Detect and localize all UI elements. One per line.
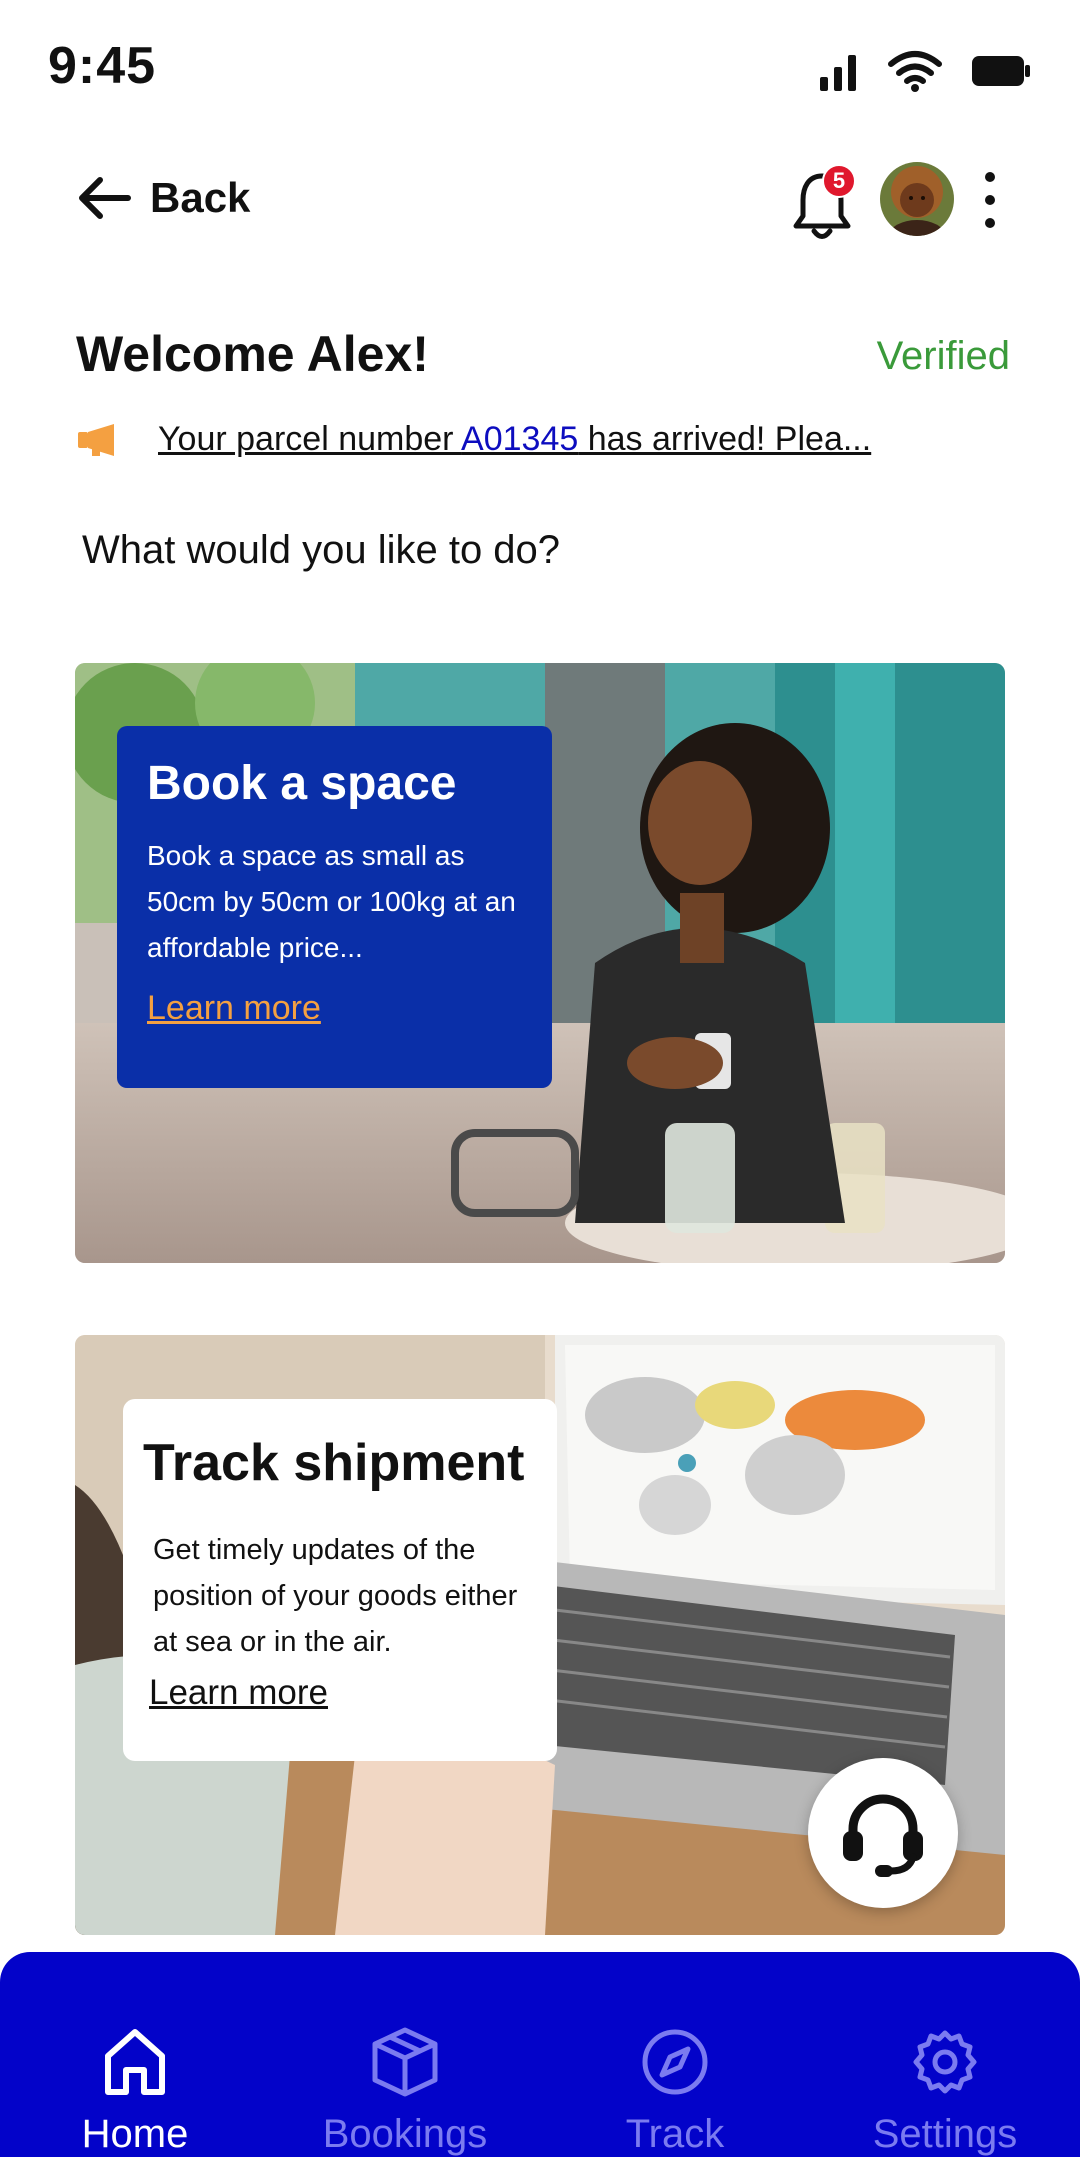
- nav-item-bookings[interactable]: Bookings: [270, 1952, 540, 2157]
- notification-badge: 5: [822, 164, 856, 198]
- more-options-button[interactable]: [970, 172, 1010, 228]
- nav-label-home: Home: [81, 2112, 189, 2156]
- track-shipment-title: Track shipment: [143, 1434, 525, 1492]
- track-shipment-learn-more-link[interactable]: Learn more: [143, 1673, 537, 1713]
- status-icons: [818, 50, 1030, 92]
- parcel-number-link[interactable]: A01345: [461, 420, 578, 458]
- book-space-card[interactable]: Book a space Book a space as small as 50…: [75, 663, 1005, 1263]
- arrow-left-icon: [79, 177, 131, 219]
- back-label: Back: [150, 174, 251, 221]
- battery-icon: [972, 56, 1030, 86]
- app-header: Back 5: [0, 150, 1080, 250]
- track-shipment-panel: Track shipment Get timely updates of the…: [123, 1399, 557, 1761]
- nav-item-settings[interactable]: Settings: [810, 1952, 1080, 2157]
- nav-item-home[interactable]: Home: [0, 1952, 270, 2157]
- compass-icon: [642, 2029, 708, 2095]
- bottom-navigation: Home Bookings Track Settings: [0, 1952, 1080, 2157]
- support-chat-button[interactable]: [808, 1758, 958, 1908]
- gear-icon: [913, 2030, 977, 2094]
- track-shipment-description: Get timely updates of the position of yo…: [153, 1534, 518, 1658]
- box-icon: [372, 2027, 438, 2097]
- dot-icon: [985, 172, 995, 182]
- book-space-learn-more-link[interactable]: Learn more: [147, 989, 522, 1028]
- nav-label-bookings: Bookings: [322, 2112, 488, 2156]
- verified-status: Verified: [876, 334, 1010, 378]
- book-space-description: Book a space as small as 50cm by 50cm or…: [147, 840, 516, 963]
- announcement-banner[interactable]: Your parcel number A01345 has arrived! P…: [78, 420, 871, 459]
- back-button[interactable]: Back: [76, 174, 250, 222]
- home-icon: [105, 2029, 165, 2095]
- notifications-button[interactable]: 5: [790, 164, 856, 244]
- nav-item-track[interactable]: Track: [540, 1952, 810, 2157]
- prompt-question: What would you like to do?: [82, 528, 561, 572]
- headset-icon: [843, 1794, 923, 1877]
- dot-icon: [985, 195, 995, 205]
- nav-label-track: Track: [625, 2112, 725, 2156]
- status-bar: 9:45: [0, 0, 1080, 140]
- announcement-suffix: has arrived! Plea...: [578, 420, 872, 458]
- wifi-icon: [888, 51, 942, 92]
- book-space-panel: Book a space Book a space as small as 50…: [117, 726, 552, 1088]
- welcome-title: Welcome Alex!: [76, 326, 429, 382]
- megaphone-icon: [78, 423, 114, 456]
- announcement-prefix: Your parcel number: [158, 420, 462, 458]
- nav-label-settings: Settings: [872, 2112, 1018, 2156]
- avatar[interactable]: [880, 162, 954, 236]
- dot-icon: [985, 218, 995, 228]
- status-time: 9:45: [48, 37, 157, 95]
- announcement-text[interactable]: Your parcel number A01345 has arrived! P…: [158, 420, 871, 459]
- cellular-signal-icon: [820, 55, 856, 91]
- book-space-title: Book a space: [147, 757, 457, 810]
- avatar-image: [880, 162, 954, 236]
